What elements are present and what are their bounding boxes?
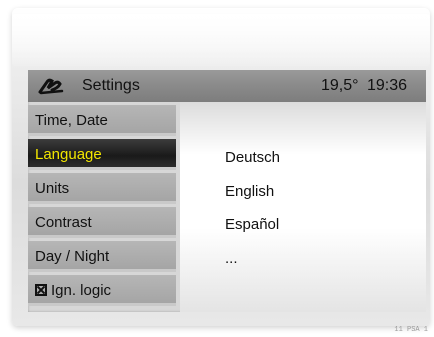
signature-logo-icon [38,78,64,95]
display-screen: Settings 19,5° 19:36 Time, Date Language… [28,70,426,312]
menu-item-label: Language [35,146,102,163]
checkbox-checked-icon[interactable] [35,284,47,296]
language-option-espanol[interactable]: Español [225,216,279,233]
menu-item-label: Contrast [35,214,92,231]
language-option-more[interactable]: ... [225,250,238,267]
menu-item-units[interactable]: Units [28,173,176,204]
page-title: Settings [82,77,140,94]
language-option-english[interactable]: English [225,183,274,200]
menu-item-label: Day / Night [35,248,110,265]
menu-item-label: Units [35,180,70,197]
status-bar: Settings 19,5° 19:36 [28,70,426,102]
menu-item-time-date[interactable]: Time, Date [28,105,176,136]
menu-item-day-night[interactable]: Day / Night [28,241,176,272]
language-option-deutsch[interactable]: Deutsch [225,149,280,166]
menu-item-language[interactable]: Language [28,139,176,170]
menu-item-label: Ign. logic [51,282,112,299]
clock-readout: 19:36 [367,77,408,94]
settings-menu: Time, Date Language Units Contrast Day /… [28,105,176,312]
bezel-gloss [12,14,430,66]
menu-item-ignition-logic[interactable]: Ign. logic [28,275,176,306]
menu-item-contrast[interactable]: Contrast [28,207,176,238]
figure-code: 11 PSA 1 [394,326,428,334]
menu-item-label: Time, Date [35,112,108,129]
language-list: Deutsch English Español ... [180,102,426,312]
temperature-readout: 19,5° [321,77,359,94]
